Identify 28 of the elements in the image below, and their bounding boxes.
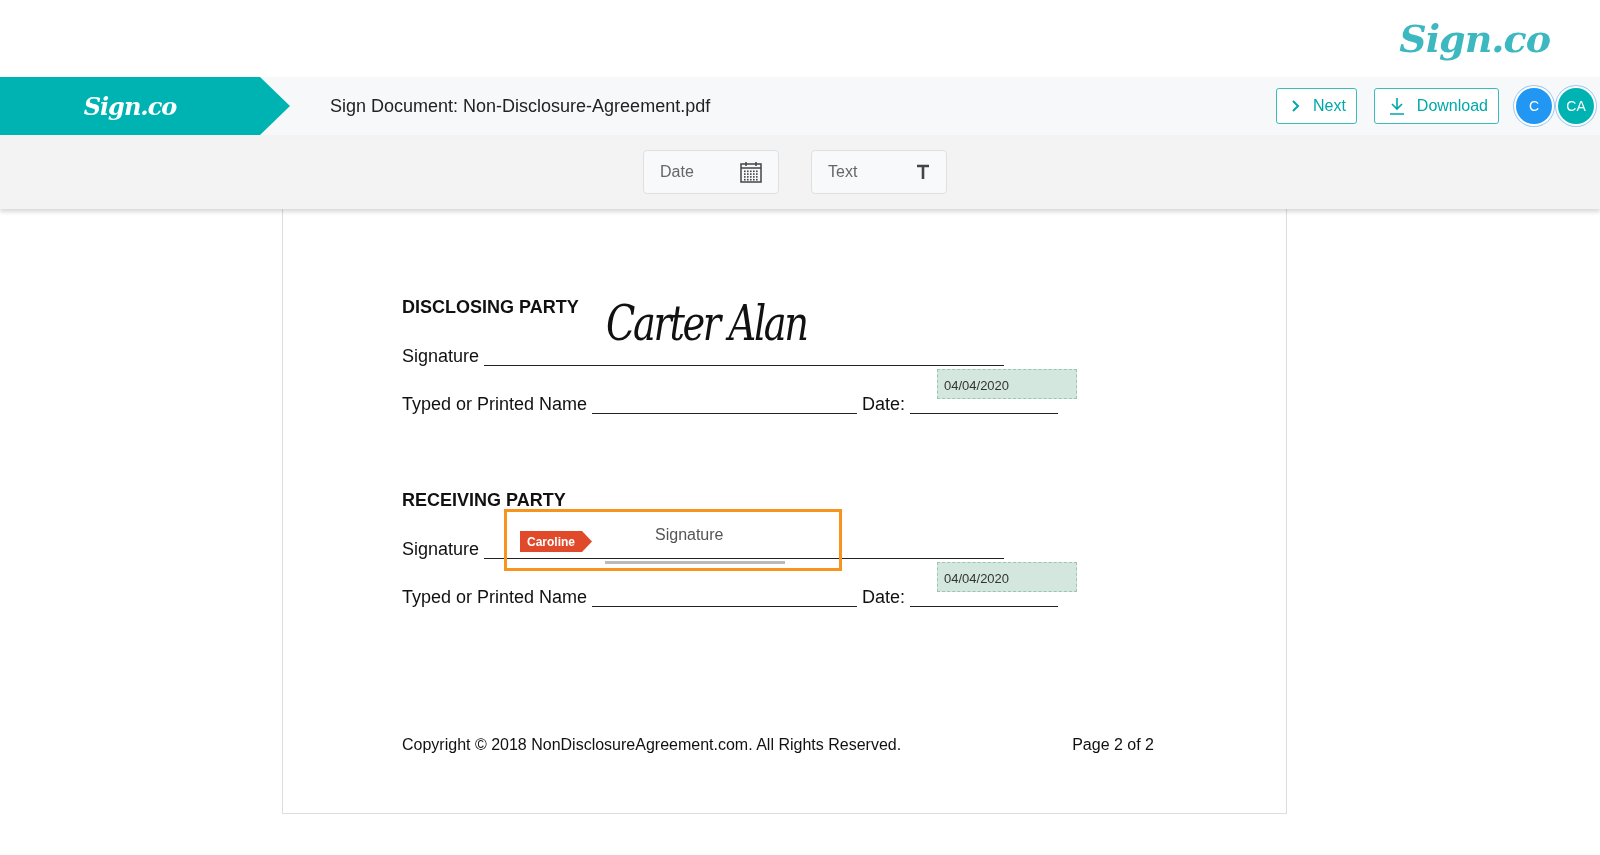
section-heading: RECEIVING PARTY xyxy=(402,490,566,512)
calendar-icon xyxy=(740,161,762,183)
date-field[interactable]: 04/04/2020 xyxy=(937,369,1077,399)
next-button[interactable]: Next xyxy=(1275,88,1357,124)
logo: Sign.co xyxy=(83,91,177,121)
date-field-tool[interactable]: Date xyxy=(643,150,779,194)
document-title: Sign Document: Non-Disclosure-Agreement.pdf xyxy=(330,95,712,117)
download-button[interactable]: Download xyxy=(1373,88,1499,124)
date-label: Date: xyxy=(862,394,906,415)
download-icon xyxy=(1388,97,1405,115)
signature-label: Signature xyxy=(402,539,480,560)
chevron-right-icon xyxy=(1290,99,1301,113)
date-label: Date: xyxy=(862,587,906,608)
logo: Sign.co xyxy=(1399,16,1550,61)
signature-field[interactable]: Caroline Signature xyxy=(504,509,842,571)
name-label: Typed or Printed Name xyxy=(402,394,588,415)
text-icon xyxy=(916,164,930,180)
signature-placeholder: Signature xyxy=(655,526,724,544)
copyright-text: Copyright © 2018 NonDisclosureAgreement.com. All Rights Reserved. xyxy=(402,736,902,754)
signature-label: Signature xyxy=(402,346,480,367)
text-field-tool[interactable]: Text xyxy=(811,150,947,194)
user-avatar[interactable]: C xyxy=(1516,88,1552,124)
page-number: Page 2 of 2 xyxy=(1072,736,1154,754)
signer-tag: Caroline xyxy=(520,531,592,552)
handwritten-signature: Carter Alan xyxy=(606,295,807,351)
date-field[interactable]: 04/04/2020 xyxy=(937,562,1077,592)
name-label: Typed or Printed Name xyxy=(402,587,588,608)
section-heading: DISCLOSING PARTY xyxy=(402,297,579,319)
